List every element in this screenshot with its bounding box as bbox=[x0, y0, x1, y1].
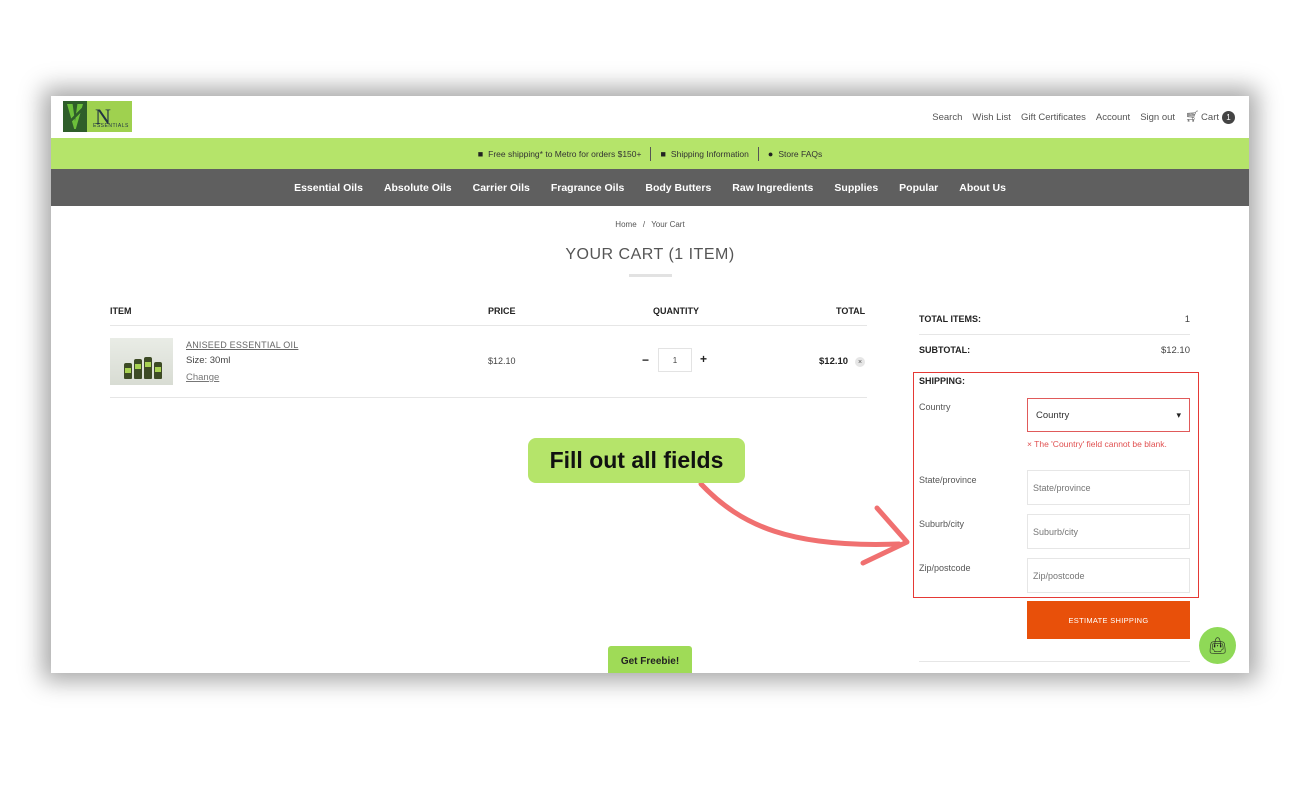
arrow-curve bbox=[698, 481, 902, 547]
annotation-callout: Fill out all fields bbox=[528, 438, 745, 483]
shopping-bag-heart-icon[interactable]: 👜︎ bbox=[1199, 627, 1236, 664]
browser-frame: N ESSENTIALS Search Wish List Gift Certi… bbox=[51, 96, 1249, 673]
annotation-arrow bbox=[698, 481, 910, 566]
arrow-head bbox=[860, 505, 910, 566]
get-freebie-button[interactable]: Get Freebie! bbox=[608, 646, 692, 673]
